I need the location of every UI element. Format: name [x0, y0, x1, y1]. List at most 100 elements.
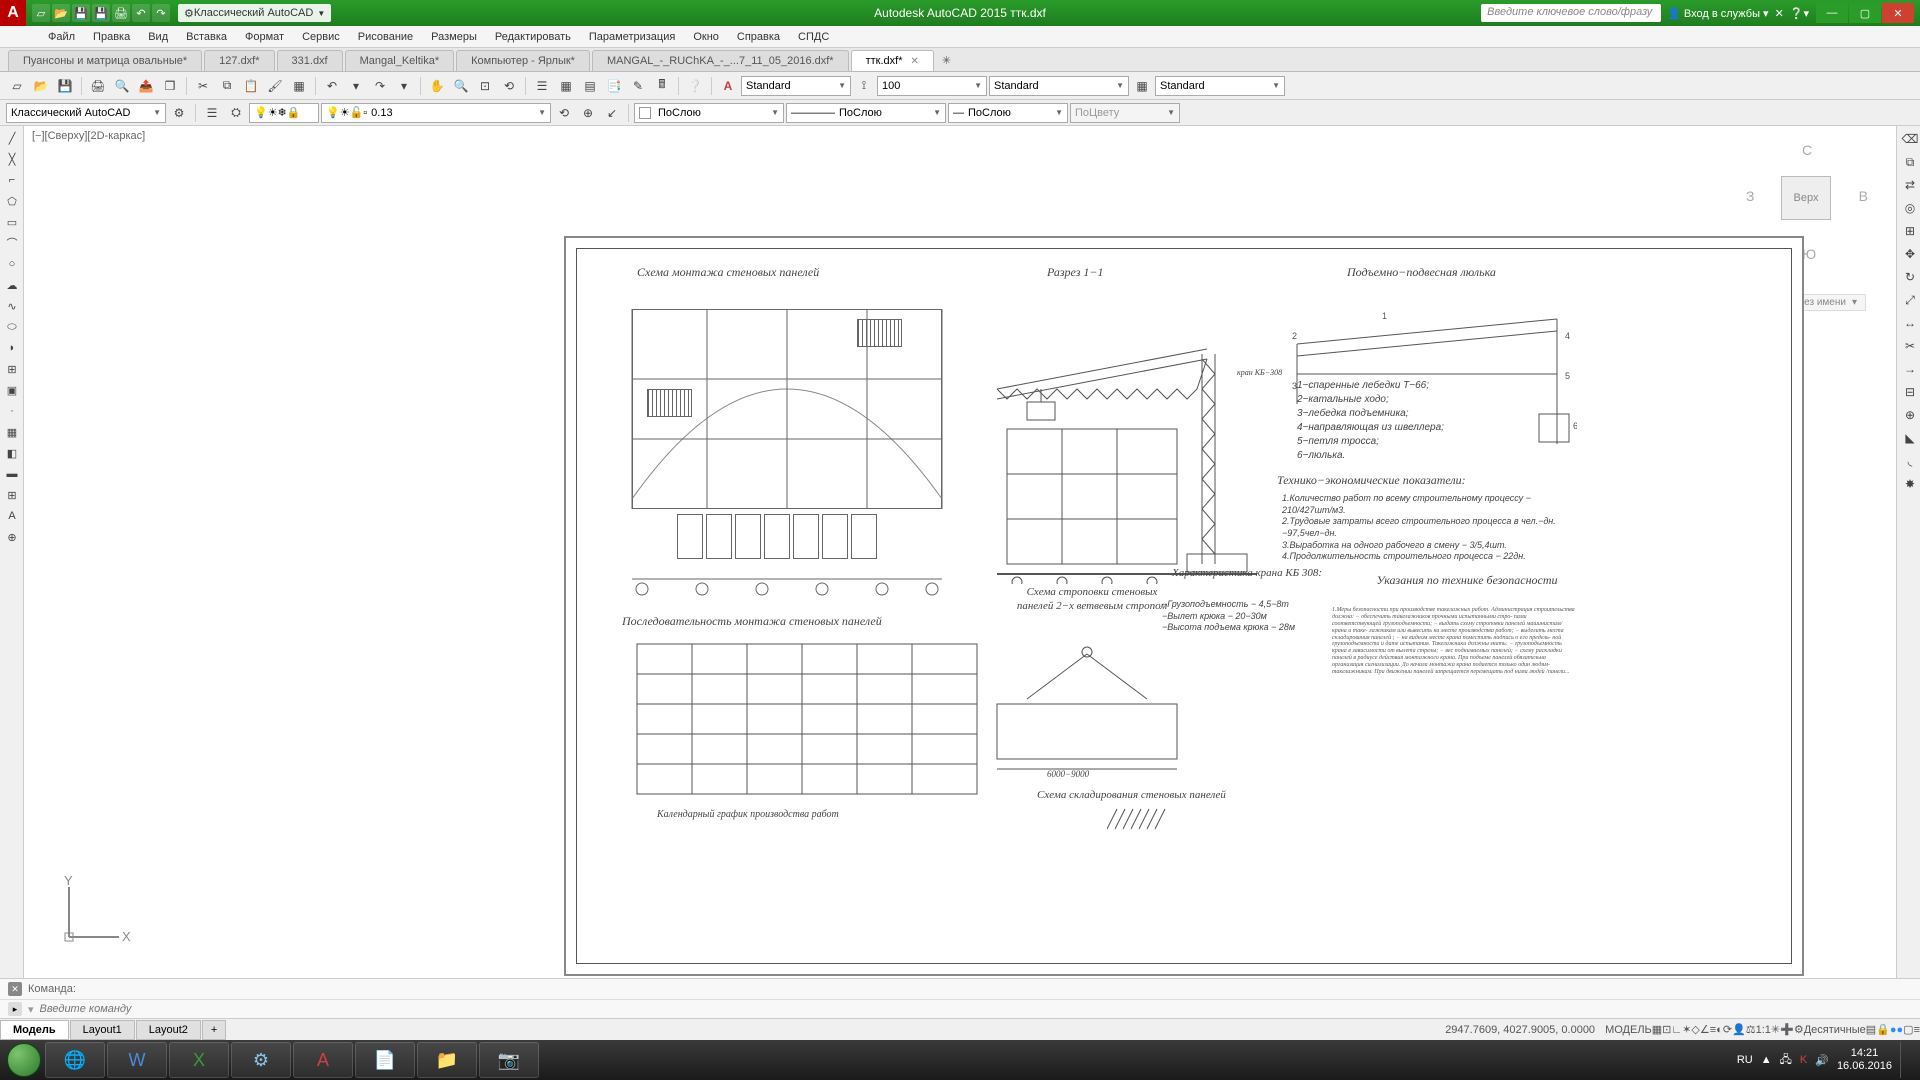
annoscale-value[interactable]: 1:1 — [1756, 1024, 1771, 1036]
tray-net-icon[interactable]: 🖧 — [1780, 1051, 1792, 1070]
open-icon[interactable]: 📂 — [52, 4, 70, 22]
maximize-button[interactable]: ▢ — [1849, 3, 1881, 23]
qcalc-icon[interactable]: 🖩 — [651, 75, 673, 97]
transparency-icon[interactable]: ◐ — [1716, 1024, 1723, 1036]
textstyle-a-icon[interactable]: A — [717, 75, 739, 97]
layer-match-icon[interactable]: ↙ — [601, 102, 623, 124]
help-icon[interactable]: ❔▾ — [1790, 7, 1809, 20]
hw-accel-icon[interactable]: ● — [1890, 1024, 1897, 1036]
cmd-close-icon[interactable]: ✕ — [8, 982, 22, 996]
plot-icon[interactable]: 🖨 — [112, 4, 130, 22]
model-tab[interactable]: Модель — [0, 1020, 69, 1040]
annovis-icon[interactable]: ✳ — [1771, 1023, 1780, 1036]
point-icon[interactable]: · — [2, 401, 22, 421]
exchange-icon[interactable]: ✕ — [1775, 7, 1784, 20]
pline-icon[interactable]: ⌐ — [2, 170, 22, 190]
layout1-tab[interactable]: Layout1 — [70, 1020, 135, 1040]
plot-icon[interactable]: 🖨 — [87, 75, 109, 97]
polar-toggle-icon[interactable]: ✶ — [1682, 1023, 1691, 1036]
tray-lang[interactable]: RU — [1737, 1054, 1753, 1066]
menu-dimension[interactable]: Размеры — [423, 28, 485, 46]
new-tab-button[interactable]: ✳ — [936, 50, 957, 71]
command-input[interactable] — [40, 1003, 1912, 1015]
doc-tab[interactable]: Пуансоны и матрица овальные* — [8, 50, 202, 71]
hatch-icon[interactable]: ▦ — [2, 422, 22, 442]
matchprop-icon[interactable]: 🖌 — [264, 75, 286, 97]
scale-icon[interactable]: ⤢ — [1899, 289, 1920, 311]
task-compass[interactable]: ⚙ — [231, 1042, 291, 1078]
lineweight-combo[interactable]: — ПоСлою▼ — [948, 103, 1068, 123]
layer-make-icon[interactable]: ⊕ — [577, 102, 599, 124]
help-icon[interactable]: ❔ — [684, 75, 706, 97]
snap-toggle-icon[interactable]: ⊡ — [1662, 1023, 1671, 1036]
doc-tab[interactable]: MANGAL_-_RUChKA_-_...7_11_05_2016.dxf* — [592, 50, 849, 71]
task-acrobat[interactable]: 📄 — [355, 1042, 415, 1078]
trim-icon[interactable]: ✂ — [1899, 335, 1920, 357]
table-icon[interactable]: ⊞ — [2, 485, 22, 505]
cut-icon[interactable]: ✂ — [192, 75, 214, 97]
viewport-controls[interactable]: [−][Сверху][2D-каркас] — [32, 130, 145, 142]
redo-icon[interactable]: ↷ — [369, 75, 391, 97]
polygon-icon[interactable]: ⬠ — [2, 191, 22, 211]
tray-av-icon[interactable]: K — [1800, 1054, 1807, 1066]
publish-icon[interactable]: 📤 — [135, 75, 157, 97]
undo-drop-icon[interactable]: ▾ — [345, 75, 367, 97]
doc-tab[interactable]: 331.dxf — [277, 50, 343, 71]
insert-icon[interactable]: ⊞ — [2, 359, 22, 379]
otrack-toggle-icon[interactable]: ∠ — [1700, 1023, 1710, 1036]
menu-parametric[interactable]: Параметризация — [581, 28, 683, 46]
rectangle-icon[interactable]: ▭ — [2, 212, 22, 232]
dc-icon[interactable]: ▦ — [555, 75, 577, 97]
close-tab-icon[interactable]: ✕ — [911, 56, 919, 67]
fillet-icon[interactable]: ◟ — [1899, 450, 1920, 472]
viewcube-top-face[interactable]: Верх — [1781, 176, 1831, 220]
layer-state-combo[interactable]: 💡☀❄🔒 — [249, 103, 319, 123]
tp-icon[interactable]: ▤ — [579, 75, 601, 97]
textstyle-selector[interactable]: Standard▼ — [741, 76, 851, 96]
customize-icon[interactable]: ≡ — [1914, 1024, 1920, 1036]
circle-icon[interactable]: ○ — [2, 254, 22, 274]
undo-icon[interactable]: ↶ — [132, 4, 150, 22]
join-icon[interactable]: ⊕ — [1899, 404, 1920, 426]
tray-clock[interactable]: 14:2116.06.2016 — [1837, 1047, 1892, 1073]
osnap-toggle-icon[interactable]: ◇ — [1691, 1023, 1699, 1036]
pan-icon[interactable]: ✋ — [426, 75, 448, 97]
annoscale-icon[interactable]: ⚖ — [1746, 1023, 1756, 1036]
workspace-selector[interactable]: ⚙Классический AutoCAD▼ — [178, 4, 331, 22]
doc-tab[interactable]: Mangal_Keltika* — [345, 50, 455, 71]
task-autocad[interactable]: A — [293, 1042, 353, 1078]
undo-icon[interactable]: ↶ — [321, 75, 343, 97]
layer-combo[interactable]: 💡☀🔓▫ 0.13▼ — [321, 103, 551, 123]
qp-icon[interactable]: ▤ — [1866, 1023, 1876, 1036]
arc-icon[interactable]: ⌒ — [2, 233, 22, 253]
cmd-prompt-icon[interactable]: ▸ — [8, 1002, 22, 1016]
drawing-canvas[interactable]: [−][Сверху][2D-каркас] С Ю В З Верх Без … — [24, 126, 1896, 978]
menu-edit[interactable]: Правка — [85, 28, 138, 46]
ucs-icon[interactable]: X Y — [54, 875, 134, 958]
new-icon[interactable]: ▱ — [32, 4, 50, 22]
viewcube-south[interactable]: Ю — [1802, 246, 1816, 262]
menu-insert[interactable]: Вставка — [178, 28, 235, 46]
line-icon[interactable]: ╱ — [2, 128, 22, 148]
task-excel[interactable]: X — [169, 1042, 229, 1078]
close-button[interactable]: ✕ — [1882, 3, 1914, 23]
tablestyle-icon[interactable]: ▦ — [1131, 75, 1153, 97]
task-word[interactable]: W — [107, 1042, 167, 1078]
menu-format[interactable]: Формат — [237, 28, 292, 46]
copy2-icon[interactable]: ⧉ — [1899, 151, 1920, 173]
grid-toggle-icon[interactable]: ▦ — [1652, 1023, 1662, 1036]
rotate-icon[interactable]: ↻ — [1899, 266, 1920, 288]
blockeditor-icon[interactable]: ▦ — [288, 75, 310, 97]
open-icon[interactable]: 📂 — [30, 75, 52, 97]
task-device[interactable]: 📷 — [479, 1042, 539, 1078]
task-explorer[interactable]: 📁 — [417, 1042, 477, 1078]
clean-icon[interactable]: ▢ — [1903, 1023, 1913, 1036]
menu-draw[interactable]: Рисование — [350, 28, 421, 46]
array-icon[interactable]: ⊞ — [1899, 220, 1920, 242]
markup-icon[interactable]: ✎ — [627, 75, 649, 97]
units-label[interactable]: Десятичные — [1804, 1024, 1866, 1036]
task-ie[interactable]: 🌐 — [45, 1042, 105, 1078]
paste-icon[interactable]: 📋 — [240, 75, 262, 97]
show-desktop-button[interactable] — [1900, 1042, 1910, 1078]
zoom-prev-icon[interactable]: ⟲ — [498, 75, 520, 97]
